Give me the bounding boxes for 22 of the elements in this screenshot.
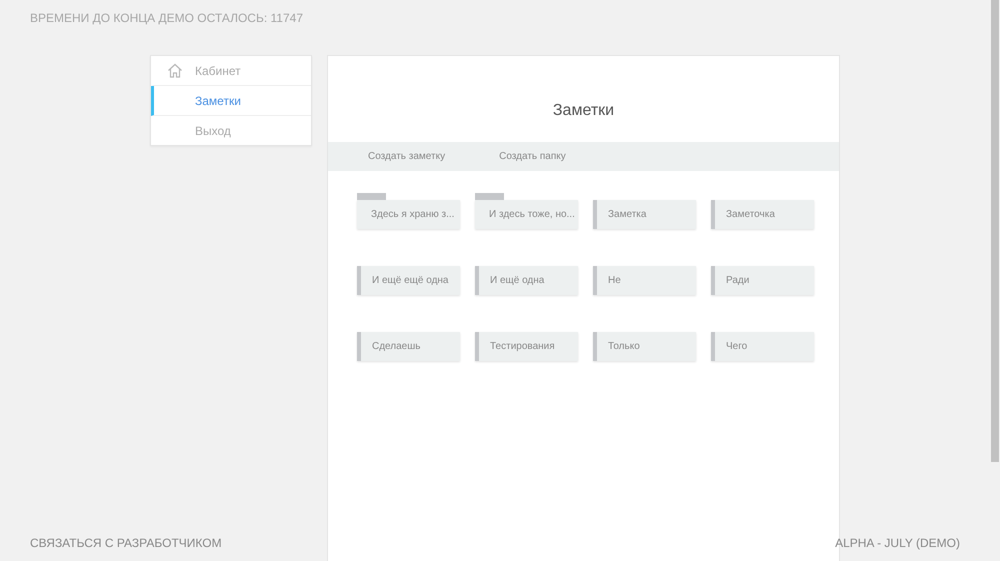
note-card[interactable]: Только — [593, 332, 696, 361]
note-card[interactable]: Тестирования — [475, 332, 578, 361]
version-label: ALPHA - JULY (DEMO) — [835, 536, 960, 550]
sidebar-item[interactable]: Кабинет — [151, 56, 311, 86]
contact-link[interactable]: СВЯЗАТЬСЯ С РАЗРАБОТЧИКОМ — [30, 536, 222, 550]
page-title: Заметки — [552, 101, 616, 121]
folder-card[interactable]: И здесь тоже, но... — [475, 200, 578, 229]
folder-card[interactable]: Здесь я храню з... — [357, 200, 460, 229]
sidebar-item[interactable]: Выход — [151, 116, 311, 145]
note-card[interactable]: И ещё одна — [475, 266, 578, 295]
note-card[interactable]: Заметочка — [711, 200, 814, 229]
sidebar-item[interactable]: Заметки — [151, 86, 311, 116]
note-card[interactable]: Сделаешь — [357, 332, 460, 361]
toolbar-button[interactable]: Создать заметку — [356, 147, 458, 166]
note-card[interactable]: Не — [593, 266, 696, 295]
note-card[interactable]: Чего — [711, 332, 814, 361]
home-icon — [166, 63, 182, 78]
toolbar-button[interactable]: Создать папку — [487, 147, 578, 166]
note-card[interactable]: И ещё ещё одна — [357, 266, 460, 295]
note-card[interactable]: Заметка — [593, 200, 696, 229]
note-card[interactable]: Ради — [711, 266, 814, 295]
demo-timer: ВРЕМЕНИ ДО КОНЦА ДЕМО ОСТАЛОСЬ: 11747 — [30, 11, 304, 27]
